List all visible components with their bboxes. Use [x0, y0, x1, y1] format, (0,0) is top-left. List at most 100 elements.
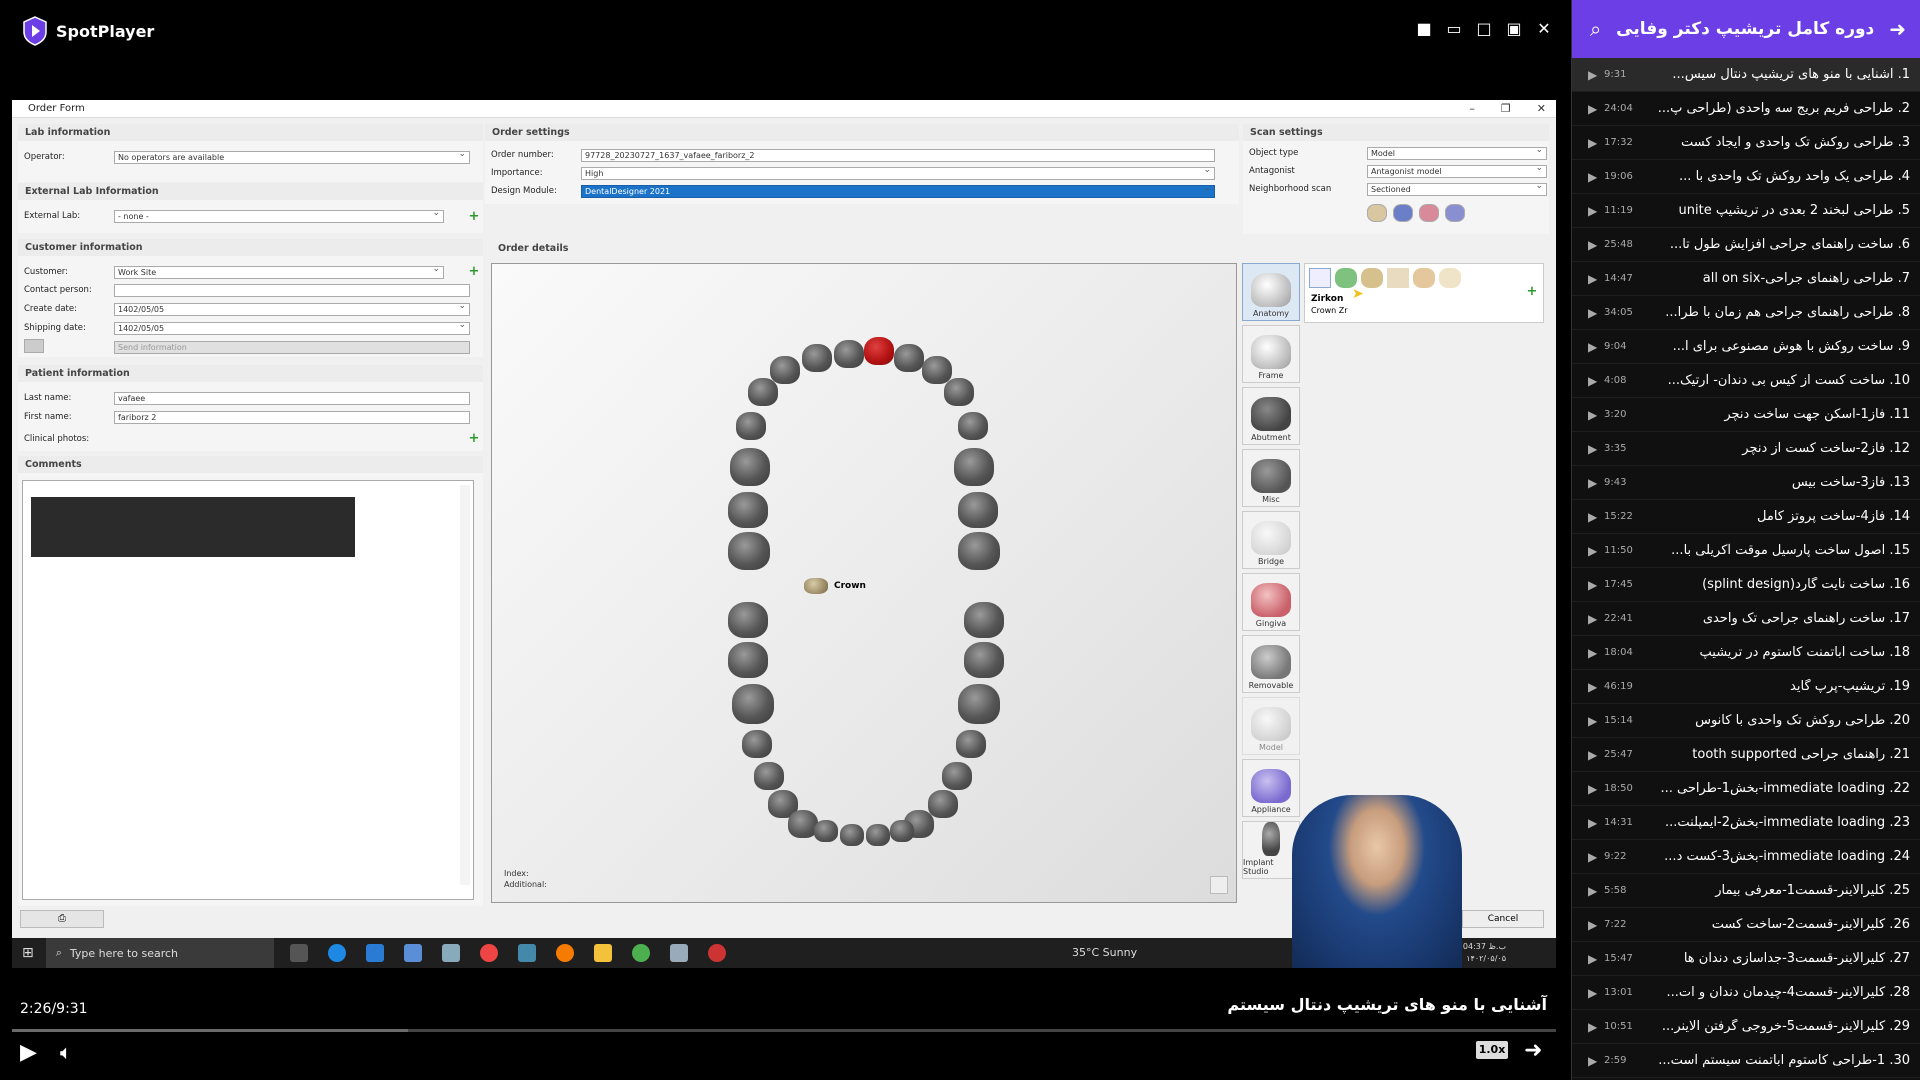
playlist-item[interactable]: ▶ 9:31 1. آشنایی با منو های تریشیپ دنتال س… — [1572, 58, 1920, 92]
tool-label: Gingiva — [1255, 619, 1287, 628]
tooth — [728, 642, 768, 678]
material-icons — [1309, 268, 1461, 288]
speed-button[interactable]: 1.0x — [1476, 1041, 1508, 1059]
restore-icon: ❐ — [1500, 102, 1511, 115]
send-icon — [24, 338, 44, 353]
progress-bar[interactable] — [12, 1029, 1556, 1032]
playlist-item[interactable]: ▶ 11:19 5. طراحی لبخند 2 بعدی در تریشیپ un… — [1572, 194, 1920, 228]
playlist-item[interactable]: ▶ 2:59 30. 1-طراحی کاستوم اباتمنت سیستم آس… — [1572, 1044, 1920, 1078]
playlist-item[interactable]: ▶ 46:19 19. تریشیپ-پرپ گاید — [1572, 670, 1920, 704]
playlist-item[interactable]: ▶ 4:08 10. ساخت کست از کیس بی دندان- آرتیک… — [1572, 364, 1920, 398]
tool-appliance: Appliance — [1242, 759, 1300, 817]
item-title: 17. ساخت راهنمای جراحی تک واحدی — [1702, 611, 1910, 626]
maximize-icon[interactable]: □ — [1475, 20, 1493, 38]
search-icon[interactable]: ⌕ — [1590, 17, 1601, 41]
item-duration: 9:43 — [1604, 477, 1627, 488]
item-title: 30. 1-طراحی کاستوم اباتمنت سیستم آست... — [1658, 1053, 1910, 1068]
playlist-item[interactable]: ▶ 34:05 8. طراحی راهنمای جراحی هم زمان با … — [1572, 296, 1920, 330]
playlist-item[interactable]: ▶ 25:47 21. راهنمای جراحی tooth supported — [1572, 738, 1920, 772]
importance-label: Importance: — [491, 168, 543, 178]
playlist-item[interactable]: ▶ 13:01 28. کلیرالاینر-قسمت4-چیدمان دندان … — [1572, 976, 1920, 1010]
material-name: Zirkon — [1311, 294, 1344, 304]
stop-icon[interactable]: ■ — [1415, 20, 1433, 38]
forward-arrow-icon[interactable]: ➜ — [1889, 17, 1906, 41]
add-material-icon: + — [1526, 284, 1538, 299]
playlist-item[interactable]: ▶ 11:50 15. اصول ساخت پارسیل موقت آکریلی ب… — [1572, 534, 1920, 568]
tool-label: Abutment — [1251, 433, 1291, 442]
dental-arch-viewport: Crown Index: Additional: — [491, 263, 1237, 903]
playlist-item[interactable]: ▶ 9:22 24. immediate loading-بخش3-کست د... — [1572, 840, 1920, 874]
video-frame[interactable]: Order Form – ❐ ✕ Lab information Operator:… — [12, 100, 1556, 968]
playlist-item[interactable]: ▶ 24:04 2. طراحی فریم بریج سه واحدی (طراحی… — [1572, 92, 1920, 126]
playlist-item[interactable]: ▶ 15:22 14. فاز4-ساخت پروتز کامل — [1572, 500, 1920, 534]
playlist-item[interactable]: ▶ 22:41 17. ساخت راهنمای جراحی تک واحدی — [1572, 602, 1920, 636]
item-duration: 19:06 — [1604, 171, 1633, 182]
weather-widget: 35°C Sunny — [1072, 946, 1138, 959]
tooth — [754, 762, 784, 790]
playlist-item[interactable]: ▶ 19:06 4. طراحی یک واحد روکش تک واحدی با … — [1572, 160, 1920, 194]
item-title: 25. کلیرالاینر-قسمت1-معرفی بیمار — [1715, 883, 1910, 898]
playlist-item[interactable]: ▶ 3:35 12. فاز2-ساخت کست از دنچر — [1572, 432, 1920, 466]
play-icon: ▶ — [1588, 509, 1598, 524]
last-name-label: Last name: — [24, 393, 72, 403]
appliance-icon — [1251, 769, 1291, 803]
order-settings-header: Order settings — [485, 124, 1239, 141]
item-title: 21. راهنمای جراحی tooth supported — [1692, 747, 1910, 762]
playlist-item[interactable]: ▶ 18:50 22. immediate loading-بخش1-طراحی .… — [1572, 772, 1920, 806]
playlist-item[interactable]: ▶ 9:04 9. ساخت روکش با هوش مصنوعی برای ا..… — [1572, 330, 1920, 364]
playlist-item[interactable]: ▶ 18:04 18. ساخت اباتمنت کاستوم در تریشیپ — [1572, 636, 1920, 670]
operator-select: No operators are available — [114, 149, 470, 164]
item-duration: 5:58 — [1604, 885, 1627, 896]
playlist-item[interactable]: ▶ 15:47 27. کلیرالاینر-قسمت3-جداسازی دندان… — [1572, 942, 1920, 976]
close-icon[interactable]: ✕ — [1535, 20, 1553, 38]
playlist-item[interactable]: ▶ 3:20 11. فاز1-اسکن جهت ساخت دنچر — [1572, 398, 1920, 432]
item-duration: 18:50 — [1604, 783, 1633, 794]
send-icon-box — [24, 338, 114, 356]
playlist-item[interactable]: ▶ 5:58 25. کلیرالاینر-قسمت1-معرفی بیمار — [1572, 874, 1920, 908]
tooth — [728, 492, 768, 528]
playlist-item[interactable]: ▶ 9:43 13. فاز3-ساخت بیس — [1572, 466, 1920, 500]
external-lab-label: External Lab: — [24, 211, 81, 221]
tooth — [958, 684, 1000, 724]
item-title: 24. immediate loading-بخش3-کست د... — [1664, 849, 1910, 864]
contact-label: Contact person: — [24, 285, 92, 295]
item-duration: 15:22 — [1604, 511, 1633, 522]
tooth — [770, 356, 800, 384]
play-icon[interactable]: ▶ — [20, 1040, 37, 1065]
item-duration: 2:59 — [1604, 1055, 1627, 1066]
playlist-item[interactable]: ▶ 25:48 6. ساخت راهنمای جراحی افزایش طول ت… — [1572, 228, 1920, 262]
volume-icon[interactable]: 🔈︎ — [60, 1040, 72, 1064]
clinical-photos-label: Clinical photos: — [24, 434, 90, 444]
item-title: 29. کلیرالاینر-قسمت5-خروجی گرفتن الاینر.… — [1661, 1019, 1910, 1034]
tooth — [730, 448, 770, 486]
playlist-item[interactable]: ▶ 10:51 29. کلیرالاینر-قسمت5-خروجی گرفتن ا… — [1572, 1010, 1920, 1044]
playlist-item[interactable]: ▶ 14:47 7. طراحی راهنمای جراحی-all on six — [1572, 262, 1920, 296]
playlist-item[interactable]: ▶ 14:31 23. immediate loading-بخش2-ایمپلنت… — [1572, 806, 1920, 840]
taskbar-search-placeholder: Type here to search — [69, 946, 179, 960]
tooth — [894, 344, 924, 372]
object-type-select: Model — [1367, 145, 1547, 160]
external-lab-select: - none - — [114, 208, 444, 223]
layout-bottom-icon[interactable]: ▭ — [1445, 20, 1463, 38]
first-name-label: First name: — [24, 412, 72, 422]
restore-icon[interactable]: ▣ — [1505, 20, 1523, 38]
tooth — [954, 448, 994, 486]
play-icon: ▶ — [1588, 237, 1598, 252]
playlist-item[interactable]: ▶ 17:45 16. ساخت نایت گارد(splint design) — [1572, 568, 1920, 602]
item-duration: 13:01 — [1604, 987, 1633, 998]
next-arrow-icon[interactable]: ➜ — [1524, 1038, 1542, 1063]
item-title: 19. تریشیپ-پرپ گاید — [1790, 679, 1910, 694]
taskbar-search: ⌕ Type here to search — [45, 938, 274, 968]
item-duration: 3:20 — [1604, 409, 1627, 420]
play-icon: ▶ — [1588, 271, 1598, 286]
playlist-item[interactable]: ▶ 17:32 3. طراحی روکش تک واحدی و ایجاد کست — [1572, 126, 1920, 160]
shield-play-icon — [23, 16, 47, 46]
play-icon: ▶ — [1588, 1019, 1598, 1034]
playlist-item[interactable]: ▶ 7:22 26. کلیرالاینر-قسمت2-ساخت کست — [1572, 908, 1920, 942]
restoration-toolbar: Anatomy Frame Abutment Misc Bridge Gingi… — [1242, 263, 1302, 883]
item-duration: 14:31 — [1604, 817, 1633, 828]
playlist-item[interactable]: ▶ 15:14 20. طراحی روکش تک واحدی با کانوس — [1572, 704, 1920, 738]
app-icon — [517, 944, 536, 962]
create-date-label: Create date: — [24, 304, 77, 314]
material-post-icon — [1387, 268, 1409, 288]
